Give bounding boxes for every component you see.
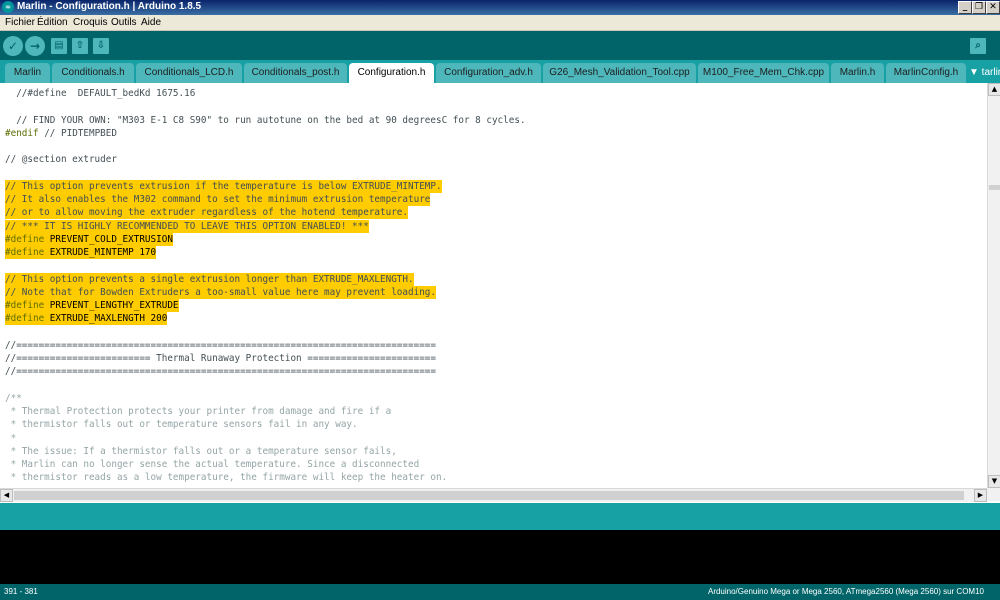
code-line[interactable]: //======================== Thermal Runaw…: [5, 352, 436, 365]
arduino-logo-icon: ∞: [2, 1, 14, 13]
code-line[interactable]: //======================================…: [5, 339, 436, 352]
menu-edition[interactable]: Édition: [37, 17, 68, 28]
tab-configuration[interactable]: Configuration.h: [349, 63, 434, 83]
tab-overflow-menu[interactable]: ▼ tarlin: [969, 63, 1000, 83]
menu-aide[interactable]: Aide: [141, 17, 161, 28]
scroll-down-icon[interactable]: ▼: [988, 475, 1000, 488]
toolbar: ✓ → ▤ ⇧ ⇩ ⌕: [0, 31, 1000, 60]
serial-monitor-button[interactable]: ⌕: [970, 38, 986, 54]
horizontal-scroll-thumb[interactable]: [14, 491, 964, 500]
close-button[interactable]: ✕: [986, 1, 1000, 14]
code-line[interactable]: // This option prevents extrusion if the…: [5, 179, 442, 193]
code-line[interactable]: /**: [5, 392, 22, 405]
tab-conditionals-lcd[interactable]: Conditionals_LCD.h: [136, 63, 242, 83]
scroll-up-icon[interactable]: ▲: [988, 83, 1000, 96]
upload-button[interactable]: →: [25, 36, 45, 56]
code-line[interactable]: // This option prevents a single extrusi…: [5, 272, 414, 286]
code-line[interactable]: //#define DEFAULT_bedKd 1675.16: [5, 87, 195, 100]
menu-outils[interactable]: Outils: [111, 17, 137, 28]
menu-bar: Fichier Édition Croquis Outils Aide: [0, 15, 1000, 31]
code-line[interactable]: #define PREVENT_LENGTHY_EXTRUDE: [5, 299, 179, 312]
code-line[interactable]: * thermistor reads as a low temperature,…: [5, 471, 448, 484]
line-number-indicator: 391 - 381: [4, 587, 38, 596]
code-line[interactable]: // @section extruder: [5, 153, 117, 166]
verify-button[interactable]: ✓: [3, 36, 23, 56]
status-bar: 391 - 381 Arduino/Genuino Mega or Mega 2…: [0, 584, 1000, 600]
scroll-corner: [987, 488, 1000, 501]
tab-g26-mesh-validation[interactable]: G26_Mesh_Validation_Tool.cpp: [543, 63, 696, 83]
code-line[interactable]: * Thermal Protection protects your print…: [5, 405, 392, 418]
tab-marlin-h[interactable]: Marlin.h: [831, 63, 884, 83]
code-line[interactable]: // It also enables the M302 command to s…: [5, 193, 431, 206]
code-line[interactable]: //======================================…: [5, 365, 436, 378]
code-line[interactable]: // *** IT IS HIGHLY RECOMMENDED TO LEAVE…: [5, 219, 369, 233]
menu-croquis[interactable]: Croquis: [73, 17, 107, 28]
code-line[interactable]: * thermistor falls out or temperature se…: [5, 418, 358, 431]
vertical-scroll-thumb[interactable]: [989, 185, 1000, 190]
scroll-left-icon[interactable]: ◀: [0, 489, 13, 502]
scroll-right-icon[interactable]: ▶: [974, 489, 987, 502]
message-bar: [0, 503, 1000, 530]
code-editor[interactable]: //#define DEFAULT_bedKd 1675.16 // FIND …: [0, 83, 987, 488]
code-line[interactable]: * The issue: If a thermistor falls out o…: [5, 445, 397, 458]
code-line[interactable]: #define PREVENT_COLD_EXTRUSION: [5, 232, 173, 246]
vertical-scrollbar[interactable]: ▲ ▼: [987, 83, 1000, 488]
title-bar: ∞ Marlin - Configuration.h | Arduino 1.8…: [0, 0, 1000, 15]
save-sketch-button[interactable]: ⇩: [93, 38, 109, 54]
code-line[interactable]: // Note that for Bowden Extruders a too-…: [5, 285, 436, 299]
horizontal-scrollbar[interactable]: ◀ ▶: [0, 488, 987, 502]
tab-conditionals-post[interactable]: Conditionals_post.h: [244, 63, 347, 83]
minimize-button[interactable]: _: [958, 1, 972, 14]
code-line[interactable]: // FIND YOUR OWN: "M303 E-1 C8 S90" to r…: [5, 114, 525, 127]
open-sketch-button[interactable]: ⇧: [72, 38, 88, 54]
new-sketch-button[interactable]: ▤: [51, 38, 67, 54]
code-line[interactable]: * Marlin can no longer sense the actual …: [5, 458, 420, 471]
menu-fichier[interactable]: Fichier: [5, 17, 35, 28]
board-port-indicator: Arduino/Genuino Mega or Mega 2560, ATmeg…: [707, 587, 984, 596]
tab-bar: Marlin Conditionals.h Conditionals_LCD.h…: [0, 60, 1000, 83]
tab-m100-free-mem[interactable]: M100_Free_Mem_Chk.cpp: [698, 63, 829, 83]
window-title: Marlin - Configuration.h | Arduino 1.8.5: [17, 1, 202, 12]
tab-marlinconfig[interactable]: MarlinConfig.h: [886, 63, 966, 83]
maximize-button[interactable]: ❐: [972, 1, 986, 14]
code-line[interactable]: #define EXTRUDE_MAXLENGTH 200: [5, 312, 168, 326]
tab-configuration-adv[interactable]: Configuration_adv.h: [436, 63, 541, 83]
code-line[interactable]: // or to allow moving the extruder regar…: [5, 206, 408, 220]
tab-conditionals[interactable]: Conditionals.h: [52, 63, 134, 83]
tab-marlin[interactable]: Marlin: [5, 63, 50, 83]
console-output[interactable]: [0, 530, 1000, 584]
code-line[interactable]: *: [5, 432, 17, 445]
code-line[interactable]: #endif // PIDTEMPBED: [5, 127, 117, 140]
code-line[interactable]: #define EXTRUDE_MINTEMP 170: [5, 246, 157, 259]
